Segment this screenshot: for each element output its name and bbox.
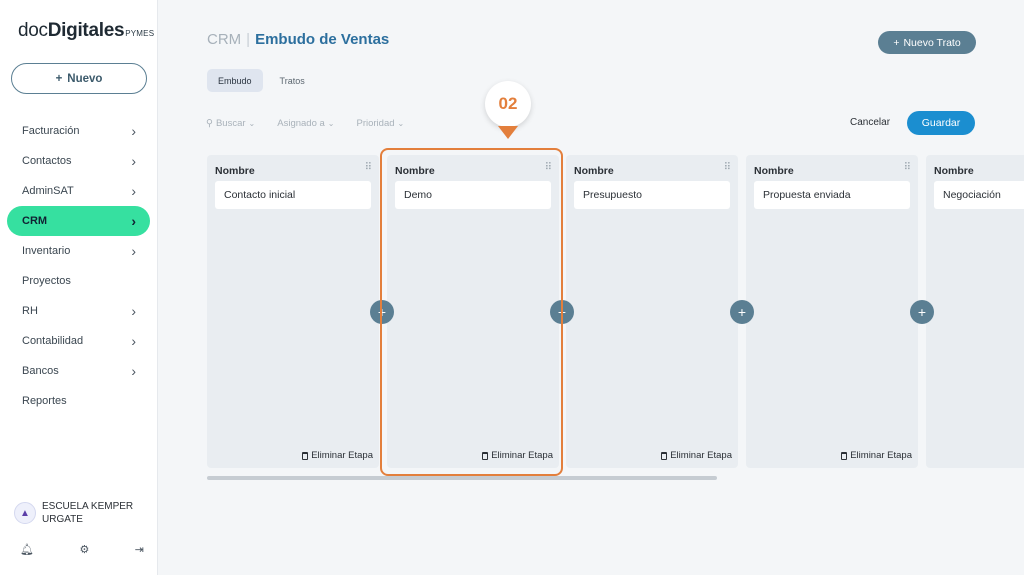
step-badge: 02 — [485, 81, 531, 127]
logo-brand: Digitales — [47, 20, 125, 41]
stage-column: Nombre ⠿ Propuesta enviada Eliminar Etap… — [746, 155, 918, 468]
stage-column: Nombre ⠿ Contacto inicial Eliminar Etapa — [207, 155, 379, 468]
search-icon: ⚲ — [206, 118, 213, 129]
new-button-label: Nuevo — [67, 72, 103, 85]
assigned-label: Asignado a — [277, 118, 325, 129]
sidebar-item-crm[interactable]: CRM › — [7, 206, 150, 236]
sidebar-item-inventario[interactable]: Inventario › — [7, 236, 150, 266]
sidebar-item-bancos[interactable]: Bancos › — [7, 356, 150, 386]
stage-header: Nombre — [754, 165, 794, 177]
delete-stage-label: Eliminar Etapa — [311, 450, 373, 461]
stage-column: Nombre ⠿ Presupuesto Eliminar Etapa — [566, 155, 738, 468]
plus-icon: + — [893, 36, 900, 49]
badge-pointer-icon — [498, 126, 518, 139]
drag-handle-icon[interactable]: ⠿ — [904, 162, 911, 173]
trash-icon — [841, 451, 848, 460]
sidebar-item-label: Reportes — [22, 395, 67, 407]
cancel-button[interactable]: Cancelar — [850, 117, 890, 128]
sidebar-item-label: Contactos — [22, 155, 72, 167]
drag-handle-icon[interactable]: ⠿ — [724, 162, 731, 173]
priority-label: Prioridad — [356, 118, 395, 129]
school-name-line2: URGATE — [42, 514, 83, 525]
sidebar-item-label: Contabilidad — [22, 335, 84, 347]
chevron-right-icon: › — [131, 333, 136, 349]
sidebar-item-label: Proyectos — [22, 275, 71, 287]
chevron-down-icon: ⌄ — [397, 119, 405, 128]
school-logo-icon: ▲ — [14, 502, 36, 524]
plus-icon: + — [55, 72, 63, 85]
stage-name-input[interactable]: Contacto inicial — [215, 181, 371, 209]
new-deal-button[interactable]: + Nuevo Trato — [878, 31, 976, 54]
search-label: Buscar — [215, 118, 246, 129]
delete-stage-button[interactable]: Eliminar Etapa — [661, 450, 732, 461]
stage-name-input[interactable]: Presupuesto — [574, 181, 730, 209]
stage-header: Nombre — [574, 165, 614, 177]
sidebar-footer: 🔔︎ ⚙ ⇥ — [20, 543, 144, 556]
assigned-filter[interactable]: Asignado a ⌄ — [277, 118, 334, 129]
stage-header: Nombre — [215, 165, 255, 177]
chevron-right-icon: › — [131, 153, 136, 169]
breadcrumb-module[interactable]: CRM — [207, 31, 241, 48]
chevron-right-icon: › — [131, 213, 136, 229]
save-button[interactable]: Guardar — [907, 111, 975, 135]
trash-icon — [302, 451, 309, 460]
trash-icon — [661, 451, 668, 460]
bell-icon[interactable]: 🔔︎ — [20, 543, 34, 556]
sidebar-item-label: RH — [22, 305, 38, 317]
chevron-down-icon: ⌄ — [248, 119, 256, 128]
stage-header: Nombre — [934, 165, 974, 177]
page-title: Embudo de Ventas — [255, 31, 390, 48]
logout-icon[interactable]: ⇥ — [135, 543, 144, 556]
delete-stage-button[interactable]: Eliminar Etapa — [841, 450, 912, 461]
logo: docDigitalesPYMES — [18, 20, 154, 42]
sidebar-item-reportes[interactable]: Reportes — [7, 386, 150, 416]
breadcrumb-separator: | — [246, 31, 251, 48]
chevron-right-icon: › — [131, 303, 136, 319]
sidebar-nav: Facturación › Contactos › AdminSAT › CRM › I… — [7, 116, 150, 416]
delete-stage-label: Eliminar Etapa — [850, 450, 912, 461]
stage-name-input[interactable]: Negociación — [934, 181, 1024, 209]
logo-sub: PYMES — [125, 29, 155, 38]
sidebar-item-contactos[interactable]: Contactos › — [7, 146, 150, 176]
sidebar-item-adminsat[interactable]: AdminSAT › — [7, 176, 150, 206]
tab-tratos[interactable]: Tratos — [269, 69, 316, 92]
tabs: Embudo Tratos — [207, 69, 316, 92]
new-button[interactable]: + Nuevo — [11, 63, 147, 94]
new-deal-label: Nuevo Trato — [903, 36, 961, 49]
gear-icon[interactable]: ⚙ — [79, 543, 89, 556]
school-name-line1: ESCUELA KEMPER — [42, 501, 134, 512]
horizontal-scrollbar[interactable] — [207, 476, 717, 480]
chevron-right-icon: › — [131, 243, 136, 259]
stage-name-input[interactable]: Propuesta enviada — [754, 181, 910, 209]
sidebar-item-rh[interactable]: RH › — [7, 296, 150, 326]
chevron-right-icon: › — [131, 183, 136, 199]
add-stage-button[interactable]: + — [910, 300, 934, 324]
sidebar-item-label: CRM — [22, 215, 48, 227]
breadcrumb: CRM | Embudo de Ventas — [207, 31, 389, 48]
sidebar: docDigitalesPYMES + Nuevo Facturación › C… — [0, 0, 158, 575]
annotation-highlight — [380, 148, 563, 476]
sidebar-item-label: Bancos — [22, 365, 59, 377]
priority-filter[interactable]: Prioridad ⌄ — [357, 118, 405, 129]
sidebar-item-proyectos[interactable]: Proyectos — [7, 266, 150, 296]
chevron-right-icon: › — [131, 363, 136, 379]
sidebar-item-facturacion[interactable]: Facturación › — [7, 116, 150, 146]
sidebar-item-label: Facturación — [22, 125, 80, 137]
delete-stage-button[interactable]: Eliminar Etapa — [302, 450, 373, 461]
tab-embudo[interactable]: Embudo — [207, 69, 263, 92]
filters-bar: ⚲ Buscar ⌄ Asignado a ⌄ Prioridad ⌄ — [206, 118, 426, 129]
school-name: ESCUELA KEMPER URGATE — [42, 500, 133, 526]
sidebar-item-contabilidad[interactable]: Contabilidad › — [7, 326, 150, 356]
account-switcher[interactable]: ▲ ESCUELA KEMPER URGATE — [14, 500, 133, 526]
delete-stage-label: Eliminar Etapa — [670, 450, 732, 461]
sidebar-item-label: Inventario — [22, 245, 71, 257]
chevron-down-icon: ⌄ — [327, 119, 335, 128]
add-stage-button[interactable]: + — [730, 300, 754, 324]
sidebar-item-label: AdminSAT — [22, 185, 74, 197]
logo-doc: doc — [18, 20, 48, 41]
chevron-right-icon: › — [131, 123, 136, 139]
stage-column: Nombre Negociación — [926, 155, 1024, 468]
drag-handle-icon[interactable]: ⠿ — [365, 162, 372, 173]
search-filter[interactable]: ⚲ Buscar ⌄ — [206, 118, 255, 129]
